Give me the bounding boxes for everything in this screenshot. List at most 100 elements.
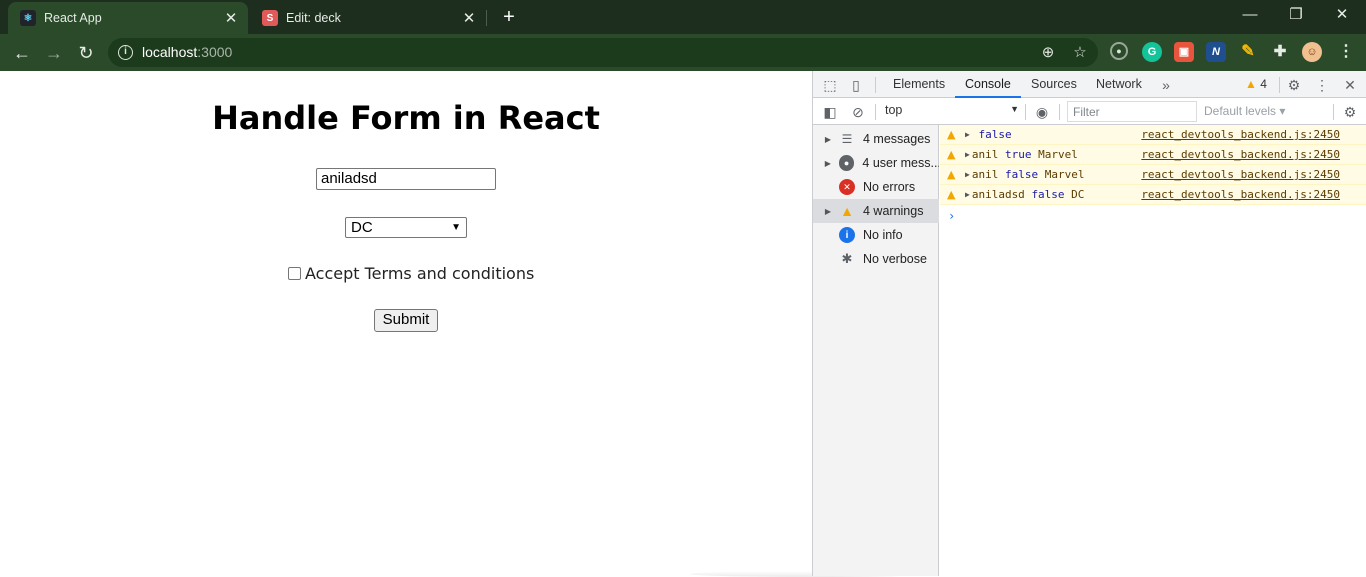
console-filter-input[interactable]: Filter — [1067, 101, 1197, 122]
console-message[interactable]: ▲ ▶ false react_devtools_backend.js:2450 — [940, 125, 1366, 145]
n-ext-icon[interactable]: N — [1206, 42, 1226, 62]
minimize-icon[interactable]: — — [1238, 4, 1262, 28]
tab-edit-deck[interactable]: S Edit: deck ✕ — [250, 2, 486, 34]
console-settings-gear-icon[interactable]: ⚙ — [1341, 103, 1359, 121]
tab-react-app[interactable]: ⚛ React App ✕ — [8, 2, 248, 34]
menu-kebab-icon[interactable]: ⋮ — [1336, 42, 1356, 62]
window-close-icon[interactable]: ✕ — [1330, 4, 1354, 28]
sidebar-item-label: 4 messages — [863, 132, 931, 146]
sidebar-item-user-messages[interactable]: ▶ ● 4 user mess... — [813, 151, 939, 175]
sidebar-item-errors[interactable]: ✕ No errors — [813, 175, 939, 199]
tab-title: Edit: deck — [286, 11, 341, 25]
sidebar-item-label: 4 warnings — [863, 204, 924, 218]
puzzle-icon[interactable]: ✚ — [1270, 42, 1290, 62]
log-levels-dropdown[interactable]: Default levels ▾ — [1204, 104, 1285, 118]
url-text: localhost:3000 — [142, 44, 233, 60]
back-arrow-icon[interactable]: ← — [10, 41, 34, 65]
bookmark-star-icon[interactable]: ☆ — [1070, 43, 1090, 63]
sidebar-item-info[interactable]: i No info — [813, 223, 939, 247]
profile-avatar[interactable]: ☺ — [1302, 42, 1322, 62]
clear-console-icon[interactable]: ⊘ — [849, 103, 867, 121]
warning-icon: ▲ — [1245, 77, 1257, 91]
new-tab-plus-icon[interactable]: + — [498, 6, 520, 28]
forward-arrow-icon[interactable]: → — [42, 41, 66, 65]
deck-favicon-icon: S — [262, 10, 278, 26]
chevron-down-icon: ▼ — [451, 222, 461, 233]
console-filterbar: ◧ ⊘ top ▼ ◉ Filter Default levels ▾ ⚙ — [813, 98, 1366, 125]
sidebar-toggle-icon[interactable]: ◧ — [821, 103, 839, 121]
sidebar-item-messages[interactable]: ▶ ☰ 4 messages — [813, 127, 939, 151]
restore-icon[interactable]: ❐ — [1284, 4, 1308, 28]
source-link[interactable]: react_devtools_backend.js:2450 — [1141, 128, 1340, 141]
address-bar[interactable]: i localhost:3000 ⊕ ☆ — [108, 38, 1098, 67]
page-heading: Handle Form in React — [212, 99, 600, 137]
devtools-menu-icon[interactable]: ⋮ — [1313, 76, 1331, 94]
chevron-down-icon: ▼ — [1010, 104, 1019, 114]
browser-titlebar: ⚛ React App ✕ S Edit: deck ✕ + — ❐ ✕ — [0, 0, 1366, 34]
divider — [1279, 77, 1280, 93]
grammarly-icon[interactable]: G — [1142, 42, 1162, 62]
warning-icon: ▲ — [947, 188, 956, 201]
zoom-icon[interactable]: ⊕ — [1038, 43, 1058, 63]
terms-checkbox-row[interactable]: Accept Terms and conditions — [288, 264, 534, 283]
more-tabs-icon[interactable]: » — [1157, 76, 1175, 94]
expand-arrow-icon[interactable]: ▶ — [823, 159, 833, 168]
tab-network[interactable]: Network — [1096, 71, 1142, 98]
message-text: anil true Marvel — [971, 148, 1078, 161]
expand-arrow-icon[interactable]: ▶ — [965, 130, 970, 139]
context-select[interactable]: top ▼ — [885, 103, 1019, 117]
info-icon: i — [839, 227, 855, 243]
expand-arrow-icon[interactable]: ▶ — [823, 135, 833, 144]
screenshot-ext-icon[interactable]: ▣ — [1174, 42, 1194, 62]
warning-icon: ▲ — [947, 148, 956, 161]
live-expression-eye-icon[interactable]: ◉ — [1033, 103, 1051, 121]
bug-icon: ✱ — [841, 251, 853, 266]
divider — [875, 77, 876, 93]
terms-checkbox[interactable] — [288, 267, 301, 280]
devtools-panel: ⬚ ▯ Elements Console Sources Network » ▲… — [812, 71, 1366, 576]
divider — [1025, 104, 1026, 120]
divider — [1059, 104, 1060, 120]
pen-ext-icon[interactable]: ✎ — [1238, 42, 1258, 62]
tab-sources[interactable]: Sources — [1031, 71, 1077, 98]
reload-icon[interactable]: ↻ — [74, 41, 98, 65]
error-icon: ✕ — [839, 179, 855, 195]
sidebar-item-label: No info — [863, 228, 903, 242]
tab-console[interactable]: Console — [955, 71, 1021, 98]
name-input[interactable]: aniladsd — [316, 168, 496, 190]
console-message[interactable]: ▲ ▶ anil false Marvel react_devtools_bac… — [940, 165, 1366, 185]
sidebar-item-verbose[interactable]: ✱ No verbose — [813, 247, 939, 271]
submit-button[interactable]: Submit — [374, 309, 438, 332]
expand-arrow-icon[interactable]: ▶ — [965, 190, 970, 199]
divider — [1333, 104, 1334, 120]
device-toolbar-icon[interactable]: ▯ — [847, 76, 865, 94]
inspect-element-icon[interactable]: ⬚ — [821, 76, 839, 94]
expand-arrow-icon[interactable]: ▶ — [965, 150, 970, 159]
source-link[interactable]: react_devtools_backend.js:2450 — [1141, 148, 1340, 161]
expand-arrow-icon[interactable]: ▶ — [965, 170, 970, 179]
settings-gear-icon[interactable]: ⚙ — [1285, 76, 1303, 94]
site-info-icon[interactable]: i — [118, 45, 133, 60]
tab-close-icon[interactable]: ✕ — [222, 9, 240, 27]
tab-close-icon[interactable]: ✕ — [460, 9, 478, 27]
source-link[interactable]: react_devtools_backend.js:2450 — [1141, 188, 1340, 201]
message-text: false — [978, 128, 1012, 141]
warnings-badge[interactable]: ▲ 4 — [1245, 77, 1267, 91]
devtools-close-icon[interactable]: ✕ — [1341, 76, 1359, 94]
source-link[interactable]: react_devtools_backend.js:2450 — [1141, 168, 1340, 181]
list-icon: ☰ — [841, 132, 853, 146]
team-select[interactable]: DC ▼ — [345, 217, 467, 238]
message-text: aniladsd false DC — [971, 188, 1085, 201]
sidebar-item-warnings[interactable]: ▶ ▲ 4 warnings — [813, 199, 939, 223]
console-message[interactable]: ▲ ▶ aniladsd false DC react_devtools_bac… — [940, 185, 1366, 205]
terms-label: Accept Terms and conditions — [305, 264, 535, 283]
circle-ext-icon[interactable]: ● — [1110, 42, 1128, 60]
expand-arrow-icon[interactable]: ▶ — [823, 207, 833, 216]
tab-elements[interactable]: Elements — [893, 71, 945, 98]
console-sidebar: ▶ ☰ 4 messages ▶ ● 4 user mess... ✕ No e… — [813, 125, 939, 576]
console-message[interactable]: ▲ ▶ anil true Marvel react_devtools_back… — [940, 145, 1366, 165]
message-text: anil false Marvel — [971, 168, 1085, 181]
console-prompt[interactable]: › — [948, 209, 955, 223]
browser-toolbar: ← → ↻ i localhost:3000 ⊕ ☆ ● G ▣ N ✎ ✚ ☺… — [0, 34, 1366, 71]
warning-icon: ▲ — [947, 168, 956, 181]
